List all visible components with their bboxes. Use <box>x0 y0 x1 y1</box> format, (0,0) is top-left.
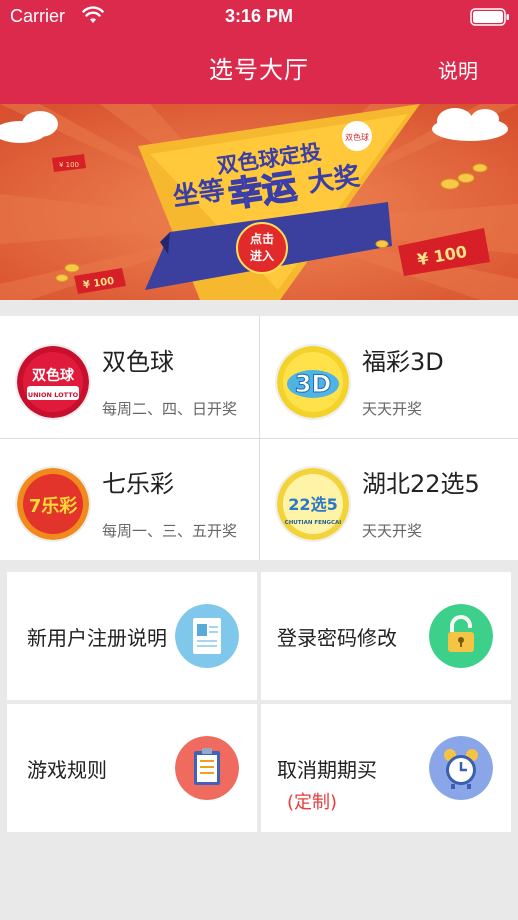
game-rules-card[interactable]: 游戏规则 <box>7 704 257 832</box>
lottery-item-fc3d[interactable]: 3D 福彩3D 天天开奖 <box>260 316 518 438</box>
svg-text:双色球: 双色球 <box>32 367 75 384</box>
lottery-schedule: 天天开奖 <box>362 400 423 418</box>
lottery-schedule: 天天开奖 <box>362 522 423 540</box>
lottery-name: 湖北22选5 <box>362 470 480 498</box>
svg-text:UNION LOTTO: UNION LOTTO <box>28 391 79 399</box>
clipboard-icon <box>175 736 239 800</box>
banner-artwork: 双色球 双色球定投 坐等 幸运 大奖 点击 进入 ¥ 100 ¥ 100 ¥ 1… <box>0 104 518 300</box>
hb22x5-logo: 22选5 CHUTIAN FENGCAI <box>275 466 351 542</box>
lottery-item-ssq[interactable]: 双色球 UNION LOTTO 双色球 每周二、四、日开奖 <box>0 316 259 438</box>
banner-logo-text: 双色球 <box>345 132 369 142</box>
register-guide-card[interactable]: 新用户注册说明 <box>7 572 257 700</box>
card-label: 登录密码修改 <box>277 626 397 650</box>
svg-text:22选5: 22选5 <box>288 495 337 514</box>
status-time: 3:16 PM <box>224 6 294 26</box>
lottery-schedule: 每周二、四、日开奖 <box>102 400 238 418</box>
lottery-name: 七乐彩 <box>102 470 174 498</box>
card-label: 取消期期买 <box>277 758 377 782</box>
svg-text:7乐彩: 7乐彩 <box>29 496 78 517</box>
svg-text:3D: 3D <box>295 370 332 398</box>
lottery-name: 双色球 <box>102 348 174 376</box>
battery-icon <box>470 8 509 26</box>
qlc-logo: 7乐彩 <box>15 466 91 542</box>
ssq-logo: 双色球 UNION LOTTO <box>15 344 91 420</box>
help-button[interactable]: 说明 <box>438 55 478 84</box>
lottery-name: 福彩3D <box>362 348 444 376</box>
lottery-item-qlc[interactable]: 7乐彩 七乐彩 每周一、三、五开奖 <box>0 438 259 560</box>
svg-text:CHUTIAN FENGCAI: CHUTIAN FENGCAI <box>285 520 342 526</box>
lottery-schedule: 每周一、三、五开奖 <box>102 522 238 540</box>
status-bar: Carrier 3:16 PM <box>0 0 518 34</box>
promo-banner[interactable]: 双色球 双色球定投 坐等 幸运 大奖 点击 进入 ¥ 100 ¥ 100 ¥ 1… <box>0 104 518 300</box>
fc3d-logo: 3D <box>275 344 351 420</box>
card-sublabel: (定制) <box>287 792 338 813</box>
card-label: 新用户注册说明 <box>27 626 167 650</box>
alarm-clock-icon <box>429 736 493 800</box>
password-change-card[interactable]: 登录密码修改 <box>261 572 511 700</box>
grid-divider-horizontal <box>0 438 518 439</box>
lottery-item-hb22x5[interactable]: 22选5 CHUTIAN FENGCAI 湖北22选5 天天开奖 <box>260 438 518 560</box>
coupon-tiny-text: ¥ 100 <box>59 161 79 169</box>
enter-button-text-2: 进入 <box>250 248 274 263</box>
enter-button-text-1: 点击 <box>250 231 274 246</box>
top-bar: Carrier 3:16 PM 选号大厅 说明 <box>0 0 518 104</box>
lock-icon <box>429 604 493 668</box>
register-doc-icon <box>175 604 239 668</box>
cancel-subscription-card[interactable]: 取消期期买 (定制) <box>261 704 511 832</box>
card-label: 游戏规则 <box>27 758 107 782</box>
